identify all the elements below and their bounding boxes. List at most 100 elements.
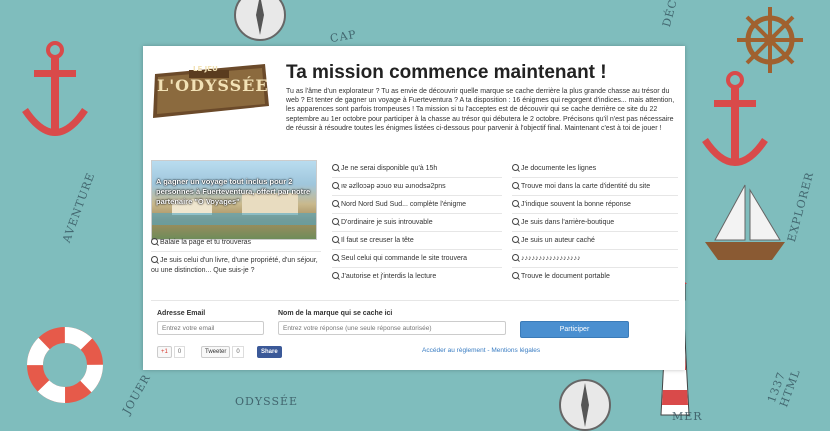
clue-link[interactable]: ♪♪♪♪♪♪♪♪♪♪♪♪♪♪♪♪♪ <box>512 254 581 264</box>
clue-text: Je suis un auteur caché <box>521 237 595 244</box>
brand-label: Nom de la marque qui se cache ici <box>278 310 393 317</box>
anchor-icon <box>22 41 88 136</box>
intro-text: Tu as l'âme d'un explorateur ? Tu as env… <box>286 88 675 132</box>
bg-text-aventure: AVENTURE <box>60 170 98 245</box>
clue-link[interactable]: Je suis dans l'arrière-boutique <box>512 218 614 228</box>
search-icon <box>332 182 339 189</box>
clue-link[interactable]: D'ordinaire je suis introuvable <box>332 218 433 228</box>
promo-sea <box>152 213 316 225</box>
clue-link[interactable]: Trouve moi dans la carte d'identité du s… <box>512 182 650 192</box>
clue-link[interactable]: Nord Nord Sud Sud... complète l'énigme <box>332 200 466 210</box>
divider <box>512 231 678 232</box>
clue-link[interactable]: Trouve le document portable <box>512 272 610 282</box>
divider <box>332 195 502 196</box>
bg-text-cap: CAP <box>329 27 358 46</box>
bg-text-mer: MER <box>672 410 703 423</box>
facebook-share-button[interactable]: Share <box>257 346 282 358</box>
lifebuoy-icon <box>27 327 103 403</box>
clue-text: Trouve le document portable <box>521 273 610 280</box>
search-icon <box>512 200 519 207</box>
clue-link[interactable]: J'indique souvent la bonne réponse <box>512 200 631 210</box>
footer-links: Accéder au règlement - Mentions légales <box>422 347 540 354</box>
anchor-icon <box>702 71 768 166</box>
logo-text: L'ODYSSÉE <box>157 76 269 95</box>
promo-text: A gagner un voyage tout inclus pour 2 pe… <box>156 177 311 206</box>
share-widget[interactable]: Share <box>257 346 282 358</box>
clue-link[interactable]: Je suis celui d'un livre, d'une propriét… <box>151 256 323 276</box>
divider <box>512 177 678 178</box>
gplus-count: 0 <box>173 346 186 358</box>
bg-text-jouer: JOUER <box>120 371 154 417</box>
clue-text: Il faut se creuser la tête <box>341 237 414 244</box>
search-icon <box>332 200 339 207</box>
divider <box>512 249 678 250</box>
search-icon <box>512 218 519 225</box>
compass-icon <box>559 379 611 431</box>
clue-link[interactable]: Je ne serai disponible qu'à 15h <box>332 164 437 174</box>
promo-image[interactable]: A gagner un voyage tout inclus pour 2 pe… <box>151 160 317 240</box>
clue-link[interactable]: Seul celui qui commande le site trouvera <box>332 254 467 264</box>
clue-link[interactable]: Je suis un auteur caché <box>512 236 595 246</box>
search-icon <box>512 164 519 171</box>
search-icon <box>151 256 158 263</box>
clue-text: ♪♪♪♪♪♪♪♪♪♪♪♪♪♪♪♪♪ <box>521 255 581 262</box>
form-divider <box>151 300 679 301</box>
clue-text: Trouve moi dans la carte d'identité du s… <box>521 183 651 190</box>
clue-link[interactable]: Balaie la page et tu trouveras <box>151 238 316 248</box>
email-input[interactable] <box>157 321 264 335</box>
bg-text-html: 1337 HTML <box>765 367 803 409</box>
search-icon <box>332 272 339 279</box>
tweet-button[interactable]: Tweeter <box>201 346 231 358</box>
clue-text: Balaie la page et tu trouveras <box>160 239 252 246</box>
clue-text: D'ordinaire je suis introuvable <box>341 219 433 226</box>
footer-separator: - <box>487 347 490 354</box>
ship-wheel-icon <box>737 7 803 73</box>
divider <box>332 267 502 268</box>
clue-text: Je ne serai disponible qu'à 15h <box>341 165 438 172</box>
brand-answer-input[interactable] <box>278 321 506 335</box>
gplus-button[interactable]: +1 <box>157 346 172 358</box>
clue-text: Je suis dans l'arrière-boutique <box>521 219 615 226</box>
bg-text-decouverte: DÉCOUVERTE <box>660 0 697 28</box>
divider <box>512 213 678 214</box>
search-icon <box>512 272 519 279</box>
search-icon <box>332 236 339 243</box>
page-title: Ta mission commence maintenant ! <box>286 62 607 83</box>
gplus-widget[interactable]: +1 0 <box>157 346 186 358</box>
clue-text: ıɐ ǝzlloɔǝp ǝɔuo ɐɯ ǝɹnodsǝ2pns <box>341 183 446 190</box>
search-icon <box>332 164 339 171</box>
bg-text-odyssee: ODYSSÉE <box>235 395 299 408</box>
email-label: Adresse Email <box>157 310 206 317</box>
clue-link[interactable]: J'autorise et j'interdis la lecture <box>332 272 436 282</box>
ship-icon <box>705 184 785 260</box>
divider <box>332 177 502 178</box>
main-card: LE JEU L'ODYSSÉE Ta mission commence mai… <box>143 46 685 370</box>
divider <box>512 267 678 268</box>
participate-button[interactable]: Participer <box>520 321 629 338</box>
logo-small-text: LE JEU <box>193 65 218 73</box>
rules-link[interactable]: Accéder au règlement <box>422 347 486 354</box>
search-icon <box>332 254 339 261</box>
clue-text: Seul celui qui commande le site trouvera <box>341 255 468 262</box>
clue-link[interactable]: Je documente les lignes <box>512 164 596 174</box>
search-icon <box>151 238 158 245</box>
clue-link[interactable]: ıɐ ǝzlloɔǝp ǝɔuo ɐɯ ǝɹnodsǝ2pns <box>332 182 446 192</box>
clue-text: Nord Nord Sud Sud... complète l'énigme <box>341 201 467 208</box>
clue-text: Je documente les lignes <box>521 165 597 172</box>
clue-link[interactable]: Il faut se creuser la tête <box>332 236 414 246</box>
search-icon <box>512 254 519 261</box>
divider <box>332 231 502 232</box>
divider <box>332 249 502 250</box>
divider <box>151 251 321 252</box>
tweet-count: 0 <box>232 346 244 358</box>
search-icon <box>512 182 519 189</box>
search-icon <box>332 218 339 225</box>
bg-text-explorer: EXPLORER <box>785 170 817 244</box>
compass-icon <box>234 0 286 41</box>
divider <box>512 195 678 196</box>
search-icon <box>512 236 519 243</box>
tweet-widget[interactable]: Tweeter 0 <box>201 346 244 358</box>
legal-link[interactable]: Mentions légales <box>491 347 540 354</box>
clue-text: J'autorise et j'interdis la lecture <box>341 273 437 280</box>
divider <box>332 213 502 214</box>
